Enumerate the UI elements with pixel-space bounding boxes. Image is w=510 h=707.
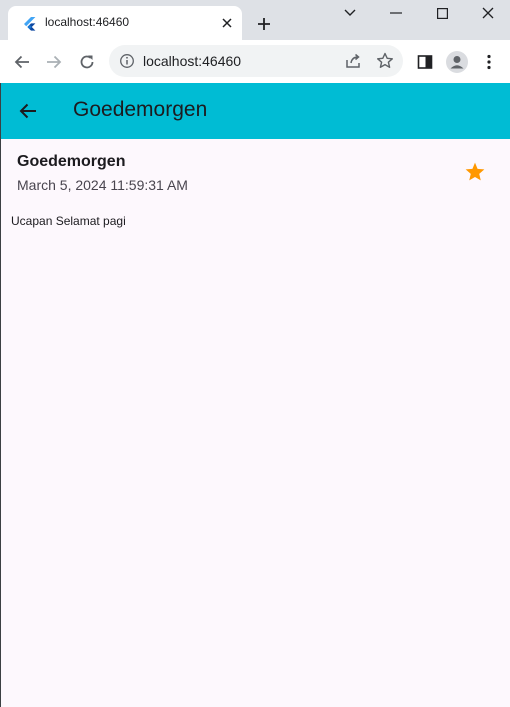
address-bar[interactable]: localhost:46460 <box>109 45 403 77</box>
browser-toolbar: localhost:46460 <box>0 40 510 83</box>
more-vert-icon <box>487 54 491 70</box>
note-title: Goedemorgen <box>17 153 126 170</box>
info-icon[interactable] <box>119 53 135 69</box>
share-icon[interactable] <box>343 51 363 71</box>
bookmark-star-icon[interactable] <box>375 51 395 71</box>
page-title: Goedemorgen <box>73 98 208 121</box>
reload-icon <box>80 55 94 69</box>
note-date: March 5, 2024 11:59:31 AM <box>17 177 188 193</box>
back-button[interactable] <box>8 48 36 76</box>
side-panel-button[interactable] <box>411 48 439 76</box>
window-border <box>0 83 1 707</box>
reload-button[interactable] <box>73 48 101 76</box>
profile-button[interactable] <box>443 48 471 76</box>
tab-strip: localhost:46460 <box>0 0 510 40</box>
chevron-down-icon <box>344 9 356 16</box>
plus-icon <box>258 18 270 30</box>
tab-title: localhost:46460 <box>45 15 130 29</box>
arrow-right-icon <box>47 55 62 69</box>
url-text[interactable]: localhost:46460 <box>143 53 241 69</box>
menu-button[interactable] <box>475 48 503 76</box>
flutter-icon <box>22 16 38 32</box>
browser-tab[interactable]: localhost:46460 <box>8 6 242 40</box>
browser-window: localhost:46460 localhost:46460 Goedemor… <box>0 0 510 707</box>
maximize-button[interactable] <box>419 0 465 26</box>
app-back-button[interactable] <box>14 97 42 125</box>
note-detail: Goedemorgen March 5, 2024 11:59:31 AM Uc… <box>0 139 510 707</box>
favorite-button[interactable] <box>462 159 488 185</box>
avatar-icon <box>446 51 468 73</box>
star-icon <box>465 162 485 181</box>
maximize-icon <box>436 7 448 19</box>
close-icon <box>482 7 494 19</box>
minimize-icon <box>390 12 402 14</box>
close-window-button[interactable] <box>465 0 510 26</box>
close-tab-icon[interactable] <box>218 14 236 32</box>
tab-search-button[interactable] <box>327 0 373 26</box>
app-bar: Goedemorgen <box>0 83 510 139</box>
note-body: Ucapan Selamat pagi <box>11 214 126 228</box>
new-tab-button[interactable] <box>252 12 276 36</box>
arrow-left-icon <box>14 55 29 69</box>
side-panel-icon <box>417 55 433 69</box>
minimize-button[interactable] <box>373 0 419 26</box>
arrow-left-icon <box>19 103 36 119</box>
forward-button[interactable] <box>40 48 68 76</box>
